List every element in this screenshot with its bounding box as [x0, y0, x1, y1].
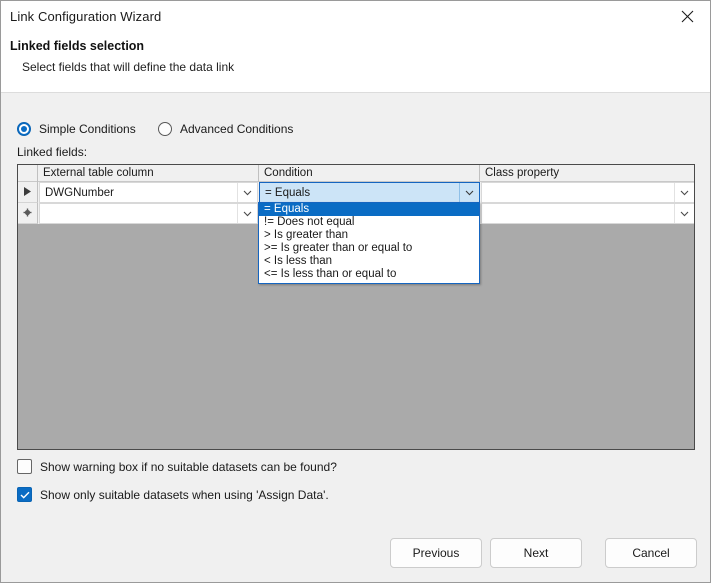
chevron-down-icon[interactable]	[237, 204, 257, 223]
dropdown-option-greater-than[interactable]: > Is greater than	[259, 229, 479, 242]
link-configuration-wizard-dialog: Link Configuration Wizard Linked fields …	[0, 0, 711, 583]
radio-simple-conditions[interactable]: Simple Conditions	[17, 119, 136, 139]
checkbox-indicator-warning	[17, 459, 32, 474]
radio-indicator-advanced	[158, 122, 172, 136]
next-button[interactable]: Next	[490, 538, 582, 568]
wizard-header: Linked fields selection Select fields th…	[1, 33, 710, 93]
checkbox-show-warning-box[interactable]: Show warning box if no suitable datasets…	[17, 459, 337, 474]
radio-advanced-conditions[interactable]: Advanced Conditions	[158, 119, 293, 139]
radio-indicator-simple	[17, 122, 31, 136]
checkbox-indicator-suitable	[17, 487, 32, 502]
radio-label-simple: Simple Conditions	[39, 122, 136, 136]
current-row-arrow-icon	[24, 185, 31, 199]
dropdown-option-greater-than-or-equal[interactable]: >= Is greater than or equal to	[259, 242, 479, 255]
grid-column-header-rowselect[interactable]	[18, 165, 38, 182]
row-selector-current[interactable]	[18, 182, 38, 203]
page-title: Linked fields selection	[10, 39, 145, 53]
previous-button[interactable]: Previous	[390, 538, 482, 568]
table-row[interactable]: DWGNumber = Equals	[18, 182, 694, 203]
cell-value-condition: = Equals	[265, 186, 311, 199]
cell-class-property-row1[interactable]	[481, 203, 694, 224]
dropdown-option-less-than[interactable]: < Is less than	[259, 255, 479, 268]
grid-column-header-condition[interactable]: Condition	[259, 165, 480, 182]
cell-condition-row0[interactable]: = Equals	[259, 182, 480, 203]
checkbox-label-suitable: Show only suitable datasets when using '…	[40, 487, 329, 502]
dropdown-option-not-equals[interactable]: != Does not equal	[259, 216, 479, 229]
cancel-button[interactable]: Cancel	[605, 538, 697, 568]
radio-label-advanced: Advanced Conditions	[180, 122, 294, 136]
close-icon	[681, 10, 694, 23]
linked-fields-label: Linked fields:	[17, 145, 88, 159]
dropdown-option-less-than-or-equal[interactable]: <= Is less than or equal to	[259, 268, 479, 281]
page-subtitle: Select fields that will define the data …	[22, 60, 235, 74]
grid-header-row: External table column Condition Class pr…	[18, 165, 694, 182]
title-bar: Link Configuration Wizard	[1, 1, 710, 33]
grid-column-header-class-property[interactable]: Class property	[480, 165, 694, 182]
row-selector-new[interactable]	[18, 203, 38, 224]
cell-external-table-column-row1[interactable]	[39, 203, 258, 224]
new-row-asterisk-icon	[23, 206, 32, 220]
close-button[interactable]	[665, 1, 710, 32]
cell-class-property-row0[interactable]	[481, 182, 694, 203]
cell-value-external-table-column: DWGNumber	[45, 186, 115, 199]
chevron-down-icon[interactable]	[674, 183, 694, 202]
window-title: Link Configuration Wizard	[10, 9, 162, 24]
chevron-down-icon[interactable]	[459, 183, 479, 202]
chevron-down-icon[interactable]	[237, 183, 257, 202]
dropdown-option-equals[interactable]: = Equals	[259, 203, 479, 216]
condition-dropdown-list[interactable]: = Equals != Does not equal > Is greater …	[258, 202, 480, 284]
chevron-down-icon[interactable]	[674, 204, 694, 223]
grid-column-header-external-table-column[interactable]: External table column	[38, 165, 259, 182]
checkbox-show-only-suitable-datasets[interactable]: Show only suitable datasets when using '…	[17, 487, 329, 502]
cell-external-table-column-row0[interactable]: DWGNumber	[39, 182, 258, 203]
checkbox-label-warning: Show warning box if no suitable datasets…	[40, 459, 337, 474]
conditions-mode-group: Simple Conditions Advanced Conditions	[1, 119, 710, 143]
